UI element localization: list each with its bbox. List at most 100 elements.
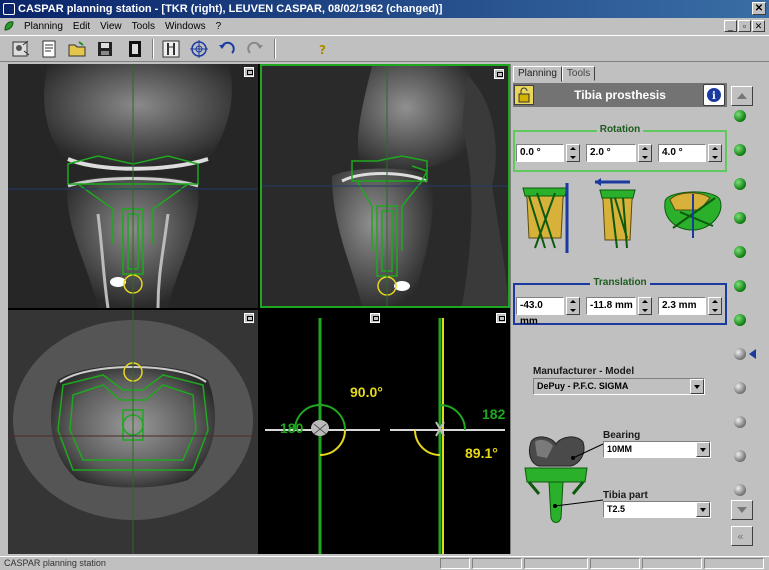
restore-button[interactable]: ▫ [738, 20, 751, 32]
collapse-panel-button[interactable]: « [731, 526, 753, 546]
status-cell [472, 558, 522, 569]
menu-view[interactable]: View [100, 18, 122, 35]
rotation-stepper-1[interactable] [566, 144, 580, 162]
film-icon[interactable] [124, 38, 146, 60]
window-title: CASPAR planning station - [TKR (right), … [18, 3, 443, 15]
redo-icon[interactable] [244, 38, 266, 60]
translation-stepper-2[interactable] [638, 297, 652, 315]
undo-icon[interactable] [216, 38, 238, 60]
translation-field-3[interactable]: 2.3 mm [658, 297, 706, 315]
step-dot[interactable] [734, 382, 746, 394]
step-rail: « [728, 64, 758, 554]
bearing-select[interactable]: 10MM [603, 441, 711, 458]
save-icon[interactable] [94, 38, 116, 60]
step-down-button[interactable] [731, 500, 753, 520]
tibia-part-value: T2.5 [607, 504, 626, 514]
rotation-stepper-3[interactable] [708, 144, 722, 162]
step-dot[interactable] [734, 110, 746, 122]
alignment-viewport[interactable]: 90.0° 180 182 89.1° [260, 310, 510, 554]
tibia-part-select[interactable]: T2.5 [603, 501, 711, 518]
chevron-down-icon[interactable] [696, 442, 710, 457]
step-dot[interactable] [734, 178, 746, 190]
step-dot[interactable] [734, 484, 746, 496]
leaf-icon [4, 21, 14, 31]
right-angle-value: 182 [482, 406, 506, 422]
toolbar-separator [274, 39, 276, 59]
tibia-part-label: Tibia part [603, 490, 648, 501]
step-dot-current[interactable] [734, 348, 746, 360]
app-icon [3, 3, 15, 15]
bearing-pointer [571, 443, 604, 460]
current-step-pointer-icon [749, 349, 756, 359]
status-cell [704, 558, 764, 569]
maximize-viewport-icon[interactable] [244, 313, 254, 323]
maximize-viewport-icon[interactable] [494, 69, 504, 79]
step-dot[interactable] [734, 416, 746, 428]
bone-view-icon[interactable] [160, 38, 182, 60]
manufacturer-select[interactable]: DePuy - P.F.C. SIGMA [533, 378, 705, 395]
menu-help[interactable]: ? [216, 18, 222, 35]
info-icon[interactable]: i [703, 84, 725, 106]
translation-field-1[interactable]: -43.0 mm [516, 297, 564, 327]
menu-tools[interactable]: Tools [132, 18, 155, 35]
translation-stepper-1[interactable] [566, 297, 580, 315]
lock-icon[interactable] [514, 85, 534, 105]
rotation-illustration [522, 178, 722, 253]
axial-viewport[interactable] [8, 310, 258, 554]
manufacturer-label: Manufacturer - Model [533, 366, 635, 377]
tibia-part-pointer [553, 499, 604, 508]
svg-text:?: ? [319, 43, 326, 56]
chevron-down-icon[interactable] [690, 379, 704, 394]
status-bar: CASPAR planning station [0, 556, 769, 570]
viewport-grid: 90.0° 180 182 89.1° [8, 64, 510, 554]
maximize-viewport-icon[interactable] [370, 313, 380, 323]
tab-planning[interactable]: Planning [513, 66, 562, 82]
step-dot[interactable] [734, 144, 746, 156]
patients-icon[interactable] [10, 38, 32, 60]
translation-title: Translation [590, 277, 650, 288]
manufacturer-value: DePuy - P.F.C. SIGMA [537, 381, 629, 391]
rotation-field-3[interactable]: 4.0 ° [658, 144, 706, 162]
close-button[interactable]: ✕ [752, 2, 766, 15]
status-cell [590, 558, 640, 569]
report-icon[interactable] [38, 38, 60, 60]
step-dot[interactable] [734, 246, 746, 258]
step-dot[interactable] [734, 212, 746, 224]
step-dot[interactable] [734, 450, 746, 462]
status-cell [524, 558, 588, 569]
svg-text:«: « [737, 530, 744, 543]
toolbar-separator [152, 39, 154, 59]
application-window: CASPAR planning station - [TKR (right), … [0, 0, 769, 570]
step-dot[interactable] [734, 280, 746, 292]
planning-panel: Planning Tools Tibia prosthesis i Rotati… [510, 64, 728, 554]
step-up-button[interactable] [731, 86, 753, 106]
minimize-button[interactable]: _ [724, 20, 737, 32]
menu-windows[interactable]: Windows [165, 18, 206, 35]
sagittal-viewport[interactable] [260, 64, 510, 308]
coronal-viewport[interactable] [8, 64, 258, 308]
rotation-field-2[interactable]: 2.0 ° [586, 144, 636, 162]
menu-bar: Planning Edit View Tools Windows ? _ ▫ ✕ [0, 18, 769, 35]
menu-planning[interactable]: Planning [24, 18, 63, 35]
status-cell [642, 558, 702, 569]
chevron-down-icon[interactable] [696, 502, 710, 517]
rotation-title: Rotation [596, 124, 644, 135]
translation-stepper-3[interactable] [708, 297, 722, 315]
coronal-angle-label: 89.1° [465, 445, 498, 461]
title-bar[interactable]: CASPAR planning station - [TKR (right), … [0, 0, 769, 18]
child-close-button[interactable]: ✕ [752, 20, 765, 32]
maximize-viewport-icon[interactable] [244, 67, 254, 77]
open-folder-icon[interactable] [66, 38, 88, 60]
panel-header: Tibia prosthesis [513, 83, 727, 107]
status-text: CASPAR planning station [4, 558, 106, 568]
rotation-stepper-2[interactable] [638, 144, 652, 162]
crosshair-icon[interactable] [188, 38, 210, 60]
maximize-viewport-icon[interactable] [496, 313, 506, 323]
toolbar: ? [0, 35, 769, 62]
translation-field-2[interactable]: -11.8 mm [586, 297, 636, 315]
menu-edit[interactable]: Edit [73, 18, 90, 35]
tab-tools[interactable]: Tools [561, 66, 596, 81]
rotation-field-1[interactable]: 0.0 ° [516, 144, 564, 162]
help-icon[interactable]: ? [312, 38, 334, 60]
step-dot[interactable] [734, 314, 746, 326]
